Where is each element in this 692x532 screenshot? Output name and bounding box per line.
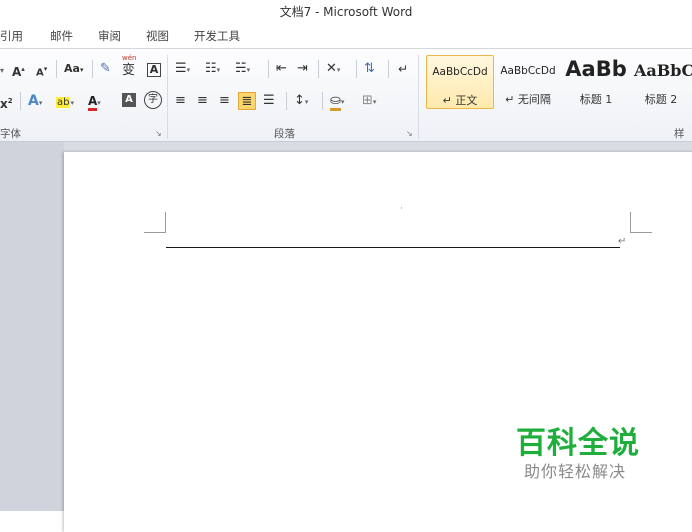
font-size-dropdown-icon[interactable]: ▾ bbox=[0, 61, 4, 81]
crop-mark-right bbox=[630, 212, 652, 233]
style-normal[interactable]: AaBbCcDd ↵ 正文 bbox=[426, 55, 494, 109]
paragraph-group-label: 段落 bbox=[274, 128, 295, 140]
left-margin-area bbox=[0, 142, 64, 511]
ribbon-tabs: 引用 邮件 审阅 视图 开发工具 bbox=[0, 24, 692, 48]
increase-indent-icon[interactable]: ⇥ bbox=[297, 59, 308, 79]
highlight-button[interactable]: ab▾ bbox=[56, 91, 74, 111]
enclose-char-button[interactable]: 字 bbox=[144, 91, 162, 109]
change-case-button[interactable]: Aa▾ bbox=[64, 59, 83, 79]
char-shading-button[interactable]: A bbox=[122, 93, 136, 107]
phonetic-guide-button[interactable]: 变 bbox=[122, 61, 135, 81]
watermark-title: 百科全说 bbox=[516, 426, 640, 461]
style-sample: AaBb bbox=[565, 57, 627, 81]
style-heading-2[interactable]: AaBbC 标题 2 bbox=[630, 55, 692, 109]
show-marks-icon[interactable]: ↵ bbox=[398, 59, 408, 79]
font-dialog-launcher-icon[interactable]: ↘ bbox=[155, 129, 164, 138]
line-spacing-icon[interactable]: ↕▾ bbox=[294, 91, 308, 111]
ribbon: ▾ A▴ A▾ Aa▾ ✎ wén 变 A x2 A▾ ab▾ A▾ A 字 字… bbox=[0, 48, 692, 154]
style-sample: AaBbCcDd bbox=[500, 65, 556, 77]
clear-format-icon[interactable]: ✎ bbox=[100, 59, 111, 79]
tab-review[interactable]: 审阅 bbox=[98, 24, 121, 48]
separator bbox=[286, 92, 287, 110]
style-name: 标题 2 bbox=[644, 93, 678, 106]
title-bar: 文档7 - Microsoft Word bbox=[0, 0, 692, 24]
watermark-subtitle: 助你轻松解决 bbox=[524, 462, 627, 481]
style-sample: AaBbC bbox=[634, 61, 692, 80]
separator bbox=[20, 92, 21, 110]
align-left-icon[interactable]: ≡ bbox=[175, 91, 186, 111]
style-no-spacing[interactable]: AaBbCcDd ↵ 无间隔 bbox=[494, 55, 562, 109]
tab-references[interactable]: 引用 bbox=[0, 24, 23, 48]
styles-group-label: 样式 bbox=[674, 128, 685, 154]
sort-icon[interactable]: ⇅ bbox=[364, 59, 375, 79]
tab-view[interactable]: 视图 bbox=[146, 24, 169, 48]
font-group-label: 字体 bbox=[0, 128, 21, 140]
separator bbox=[92, 60, 93, 78]
align-right-icon[interactable]: ≡ bbox=[219, 91, 230, 111]
style-name: ↵ 正文 bbox=[442, 94, 478, 107]
borders-icon[interactable]: ⊞▾ bbox=[362, 91, 376, 111]
numbering-icon[interactable]: ☷▾ bbox=[205, 59, 220, 79]
separator bbox=[388, 60, 389, 78]
align-center-icon[interactable]: ≡ bbox=[197, 91, 208, 111]
style-heading-1[interactable]: AaBb 标题 1 bbox=[562, 55, 630, 109]
separator bbox=[322, 92, 323, 110]
separator bbox=[356, 60, 357, 78]
tab-developer[interactable]: 开发工具 bbox=[194, 24, 240, 48]
separator bbox=[268, 60, 269, 78]
horizontal-line[interactable] bbox=[166, 247, 620, 248]
window-title: 文档7 - Microsoft Word bbox=[279, 5, 413, 19]
font-color-button[interactable]: A▾ bbox=[88, 91, 101, 111]
shrink-font-button[interactable]: A▾ bbox=[36, 59, 47, 79]
style-name: ↵ 无间隔 bbox=[505, 93, 551, 106]
paragraph-dialog-launcher-icon[interactable]: ↘ bbox=[406, 129, 415, 138]
distributed-icon[interactable]: ☰ bbox=[263, 91, 275, 111]
style-sample: AaBbCcDd bbox=[432, 66, 488, 78]
crop-mark-left bbox=[144, 212, 166, 233]
justify-icon[interactable]: ≣ bbox=[238, 92, 256, 110]
group-divider bbox=[167, 55, 168, 139]
grow-font-button[interactable]: A▴ bbox=[12, 59, 25, 79]
separator bbox=[318, 60, 319, 78]
tab-mailings[interactable]: 邮件 bbox=[50, 24, 73, 48]
decrease-indent-icon[interactable]: ⇤ bbox=[276, 59, 287, 79]
chinese-layout-icon[interactable]: ✕▾ bbox=[326, 59, 340, 79]
group-divider bbox=[418, 55, 419, 139]
shading-icon[interactable]: ⛀▾ bbox=[330, 91, 344, 111]
paragraph-mark-icon: ↵ bbox=[618, 236, 627, 247]
text-effect-button[interactable]: A▾ bbox=[28, 91, 42, 111]
text-cursor-dot: · bbox=[400, 204, 403, 214]
style-name: 标题 1 bbox=[579, 93, 613, 106]
bullets-icon[interactable]: ☰▾ bbox=[175, 59, 190, 79]
separator bbox=[56, 60, 57, 78]
char-border-button[interactable]: A bbox=[147, 63, 161, 77]
superscript-button[interactable]: x2 bbox=[0, 91, 13, 111]
multilevel-list-icon[interactable]: ☵▾ bbox=[235, 59, 250, 79]
